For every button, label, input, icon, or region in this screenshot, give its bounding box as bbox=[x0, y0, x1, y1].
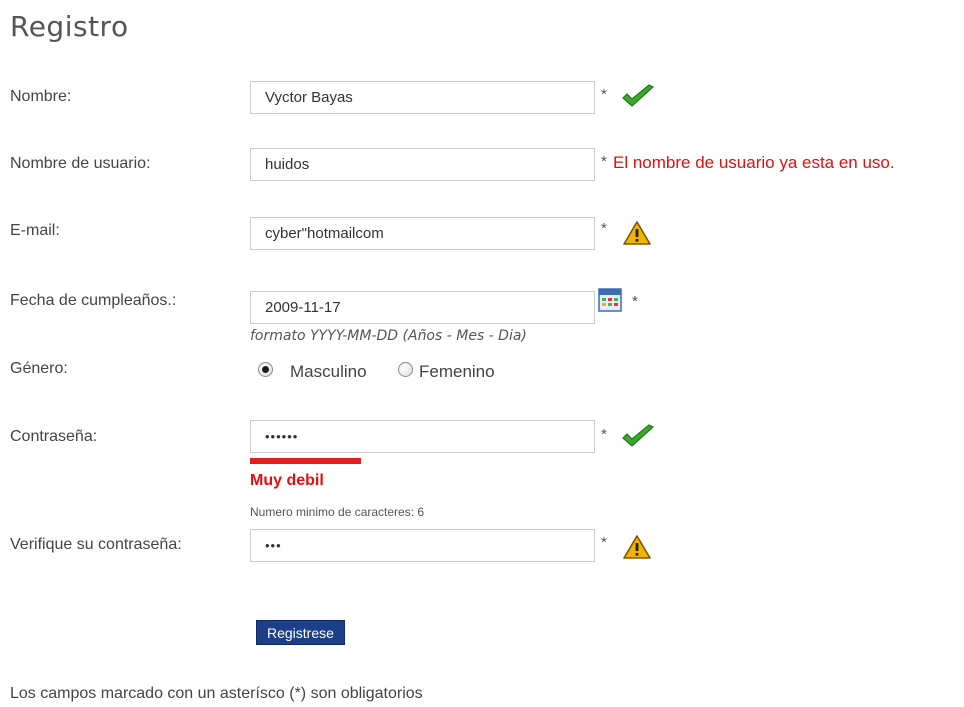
password-strength-bar bbox=[250, 458, 361, 464]
password-confirm-label: Verifique su contraseña: bbox=[10, 536, 182, 553]
gender-radio-masculino[interactable] bbox=[258, 362, 273, 377]
password-required-asterisk: * bbox=[601, 426, 607, 443]
warning-icon bbox=[622, 220, 652, 251]
username-field[interactable] bbox=[250, 148, 595, 181]
calendar-icon[interactable] bbox=[598, 288, 622, 317]
page-title: Registro bbox=[10, 10, 129, 43]
warning-icon bbox=[622, 534, 652, 565]
password-label: Contraseña: bbox=[10, 428, 98, 445]
password-confirm-field[interactable] bbox=[250, 529, 595, 562]
password-strength-label: Muy debil bbox=[250, 472, 324, 489]
name-required-asterisk: * bbox=[601, 86, 607, 103]
name-field[interactable] bbox=[250, 81, 595, 114]
birthdate-field[interactable] bbox=[250, 291, 595, 324]
birthdate-format-hint: formato YYYY-MM-DD (Años - Mes - Dia) bbox=[250, 328, 527, 344]
username-required-asterisk: * bbox=[601, 153, 607, 170]
register-button[interactable]: Registrese bbox=[256, 620, 345, 645]
name-label: Nombre: bbox=[10, 88, 72, 105]
email-label: E-mail: bbox=[10, 222, 60, 239]
gender-label: Género: bbox=[10, 360, 68, 377]
password-field[interactable] bbox=[250, 420, 595, 453]
birthdate-required-asterisk: * bbox=[632, 293, 638, 310]
password-min-chars-note: Numero minimo de caracteres: 6 bbox=[250, 505, 425, 519]
gender-option-masculino[interactable]: Masculino bbox=[290, 362, 367, 382]
check-icon bbox=[620, 424, 656, 455]
gender-radio-femenino[interactable] bbox=[398, 362, 413, 377]
username-error-message: El nombre de usuario ya esta en uso. bbox=[613, 153, 895, 172]
email-required-asterisk: * bbox=[601, 220, 607, 237]
username-label: Nombre de usuario: bbox=[10, 155, 151, 172]
email-field[interactable] bbox=[250, 217, 595, 250]
password-confirm-required-asterisk: * bbox=[601, 534, 607, 551]
check-icon bbox=[620, 84, 656, 115]
required-fields-note: Los campos marcado con un asterísco (*) … bbox=[10, 685, 423, 702]
birthdate-label: Fecha de cumpleaños.: bbox=[10, 292, 177, 309]
gender-option-femenino[interactable]: Femenino bbox=[419, 362, 495, 382]
